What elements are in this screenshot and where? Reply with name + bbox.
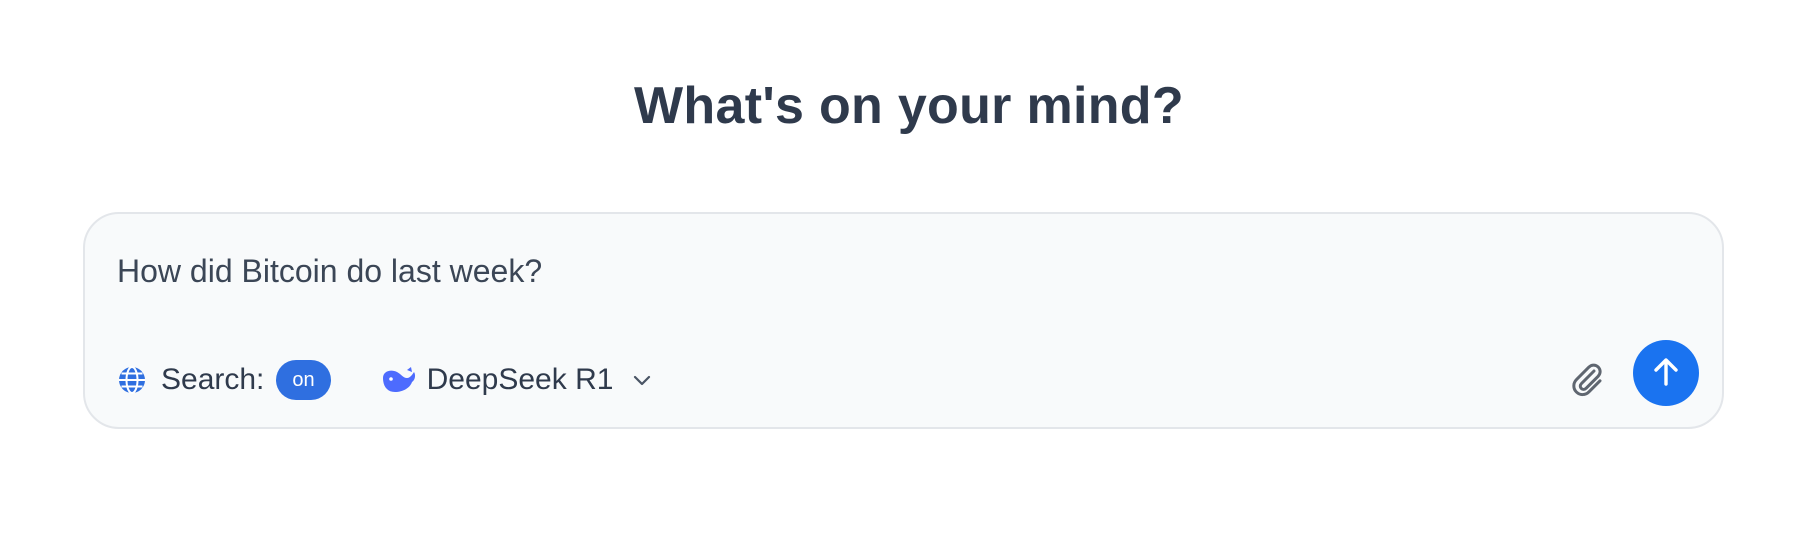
search-label: Search: [161, 363, 265, 396]
model-label: DeepSeek R1 [426, 363, 614, 396]
prompt-input[interactable] [117, 248, 1677, 294]
page: What's on your mind? Search: on [0, 0, 1818, 536]
model-selector[interactable]: DeepSeek R1 [381, 363, 652, 397]
composer-controls: Search: on DeepSeek R1 [117, 352, 651, 408]
globe-icon [117, 365, 147, 395]
attach-button[interactable] [1563, 356, 1611, 404]
page-title: What's on your mind? [634, 77, 1184, 135]
search-toggle[interactable]: Search: on [117, 360, 331, 400]
whale-icon [381, 366, 417, 394]
chat-composer: Search: on DeepSeek R1 [83, 212, 1724, 429]
paperclip-icon [1567, 358, 1607, 403]
send-button[interactable] [1633, 340, 1699, 406]
search-status-badge[interactable]: on [276, 360, 331, 400]
arrow-up-icon [1649, 355, 1683, 392]
chevron-down-icon[interactable] [633, 374, 651, 386]
